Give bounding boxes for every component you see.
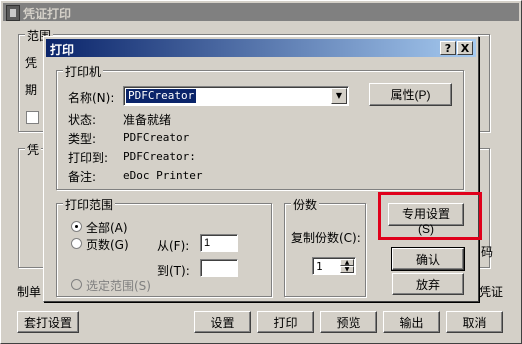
selection-radio[interactable] xyxy=(71,279,82,290)
main-voucher-label: 凭 xyxy=(25,56,38,70)
main-voucher-legend: 凭 xyxy=(25,141,42,158)
all-radio[interactable] xyxy=(71,221,82,232)
all-label[interactable]: 全部(A) xyxy=(86,219,128,236)
comment-label: 备注: xyxy=(68,170,97,184)
name-label: 名称(N): xyxy=(68,91,115,105)
stepper-down-icon[interactable]: ▼ xyxy=(340,266,354,273)
dialog-cancel-button[interactable]: 放弃 xyxy=(392,273,464,295)
setup-print-button[interactable]: 套打设置 xyxy=(17,311,79,333)
from-input[interactable] xyxy=(200,234,238,252)
selection-label[interactable]: 选定范围(S) xyxy=(86,277,151,294)
copies-stepper[interactable]: 1 ▲ ▼ xyxy=(312,257,356,275)
main-maker-label: 制单 xyxy=(17,285,42,299)
main-window-title: 凭证打印 xyxy=(23,7,72,21)
print-button[interactable]: 打印 xyxy=(257,311,314,333)
type-label: 类型: xyxy=(68,132,97,146)
settings-button[interactable]: 设置 xyxy=(194,311,251,333)
print-range-legend: 打印范围 xyxy=(63,196,116,213)
main-code-label: 码 xyxy=(481,245,494,259)
pages-radio[interactable] xyxy=(71,238,82,249)
printer-name-value: PDFCreator xyxy=(124,88,198,104)
stepper-up-icon[interactable]: ▲ xyxy=(340,259,354,266)
comment-value: eDoc Printer xyxy=(123,169,203,182)
main-checkbox[interactable] xyxy=(26,111,39,124)
status-value: 准备就绪 xyxy=(123,113,172,127)
status-label: 状态: xyxy=(68,113,97,127)
to-label: 到(T): xyxy=(157,264,190,278)
main-titlebar: 凭证打印 xyxy=(3,3,519,21)
main-voucher-label-right: 凭证 xyxy=(479,285,504,299)
where-value: PDFCreator: xyxy=(123,150,196,163)
copies-group: 份数 xyxy=(284,196,366,297)
chevron-down-icon[interactable]: ▼ xyxy=(331,88,347,104)
preview-button[interactable]: 预览 xyxy=(320,311,377,333)
copies-value: 1 xyxy=(316,260,323,273)
printer-group-legend: 打印机 xyxy=(63,63,104,80)
close-icon[interactable]: X xyxy=(457,41,473,55)
where-label: 打印到: xyxy=(68,151,109,165)
copies-legend: 份数 xyxy=(291,196,320,213)
properties-button[interactable]: 属性(P) xyxy=(369,83,452,106)
type-value: PDFCreator xyxy=(123,131,190,144)
from-label: 从(F): xyxy=(157,239,190,253)
cancel-button[interactable]: 取消 xyxy=(446,311,503,333)
print-dialog-title: 打印 xyxy=(50,43,75,57)
pages-label[interactable]: 页数(G) xyxy=(86,236,129,253)
print-dialog: 打印 ? X 打印机 名称(N): PDFCreator ▼ 属性(P) 状态:… xyxy=(43,36,479,302)
highlight-box xyxy=(378,192,482,240)
help-icon[interactable]: ? xyxy=(440,41,456,55)
output-button[interactable]: 输出 xyxy=(383,311,440,333)
printer-name-select[interactable]: PDFCreator ▼ xyxy=(123,86,349,106)
to-input[interactable] xyxy=(200,259,238,277)
ok-button[interactable]: 确认 xyxy=(391,247,465,271)
main-period-label: 期 xyxy=(25,83,38,97)
app-icon xyxy=(6,5,20,21)
copies-label: 复制份数(C): xyxy=(291,231,361,245)
print-dialog-titlebar: 打印 ? X xyxy=(46,39,476,57)
